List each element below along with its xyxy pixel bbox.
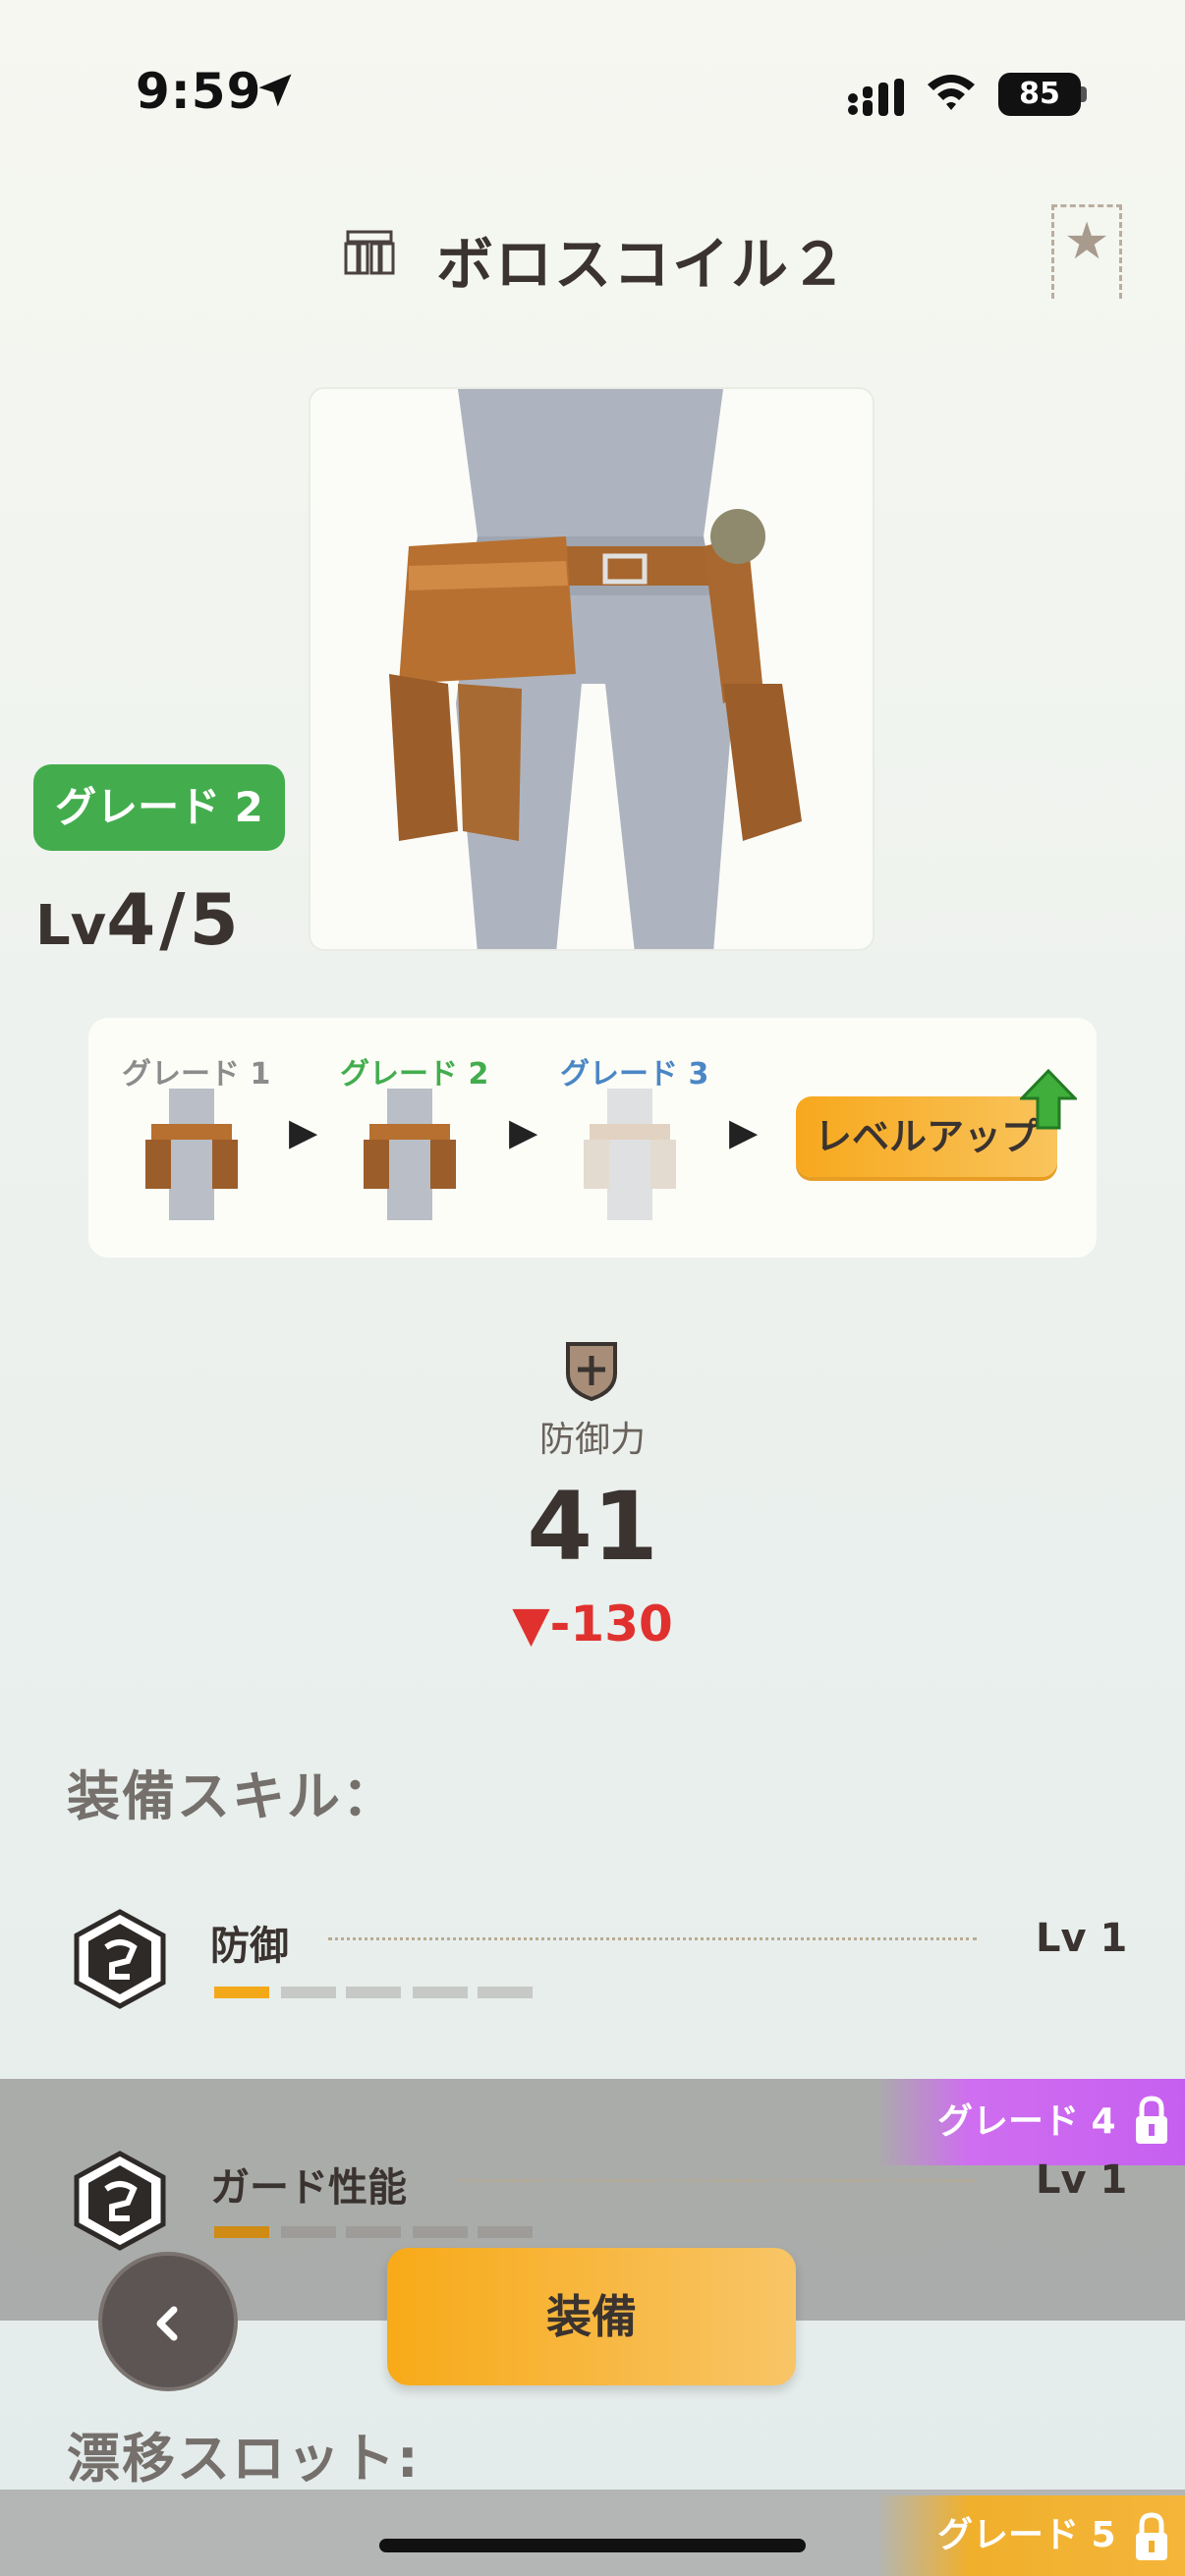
arrow-right-icon: ▶	[289, 1110, 318, 1153]
grade-3-label: グレード 3	[560, 1057, 709, 1092]
belt-armor-illustration	[389, 389, 802, 949]
grade-1-label: グレード 1	[122, 1057, 271, 1092]
arrow-right-icon: ▶	[729, 1110, 759, 1153]
skill-level-bar	[413, 1987, 468, 1998]
up-arrow-icon	[1020, 1069, 1077, 1130]
skill-name: ガード性能	[210, 2165, 407, 2211]
slots-section-title: 漂移スロット:	[67, 2428, 421, 2490]
battery-tip	[1081, 86, 1087, 102]
lock-icon	[1136, 2512, 1167, 2560]
shield-icon	[566, 1342, 617, 1401]
skill-level-bar	[478, 1987, 533, 1998]
dotted-leader	[458, 2179, 975, 2182]
arrow-right-icon: ▶	[509, 1110, 538, 1153]
page-title: ボロスコイル２	[436, 231, 850, 298]
belt-armor-icon	[344, 230, 395, 275]
status-time: 9:59	[136, 63, 262, 120]
cellular-signal-icon	[848, 79, 904, 116]
level-prefix: Lv	[35, 894, 107, 958]
equipment-skills-title: 装備スキル：	[67, 1765, 397, 1827]
defense-skill-icon	[74, 1909, 166, 2009]
equip-button[interactable]: 装備	[387, 2248, 796, 2385]
lock-icon	[1136, 2096, 1167, 2144]
chevron-left-icon	[156, 2306, 178, 2341]
defense-difference: ▼-130	[512, 1596, 673, 1652]
back-button[interactable]	[98, 2252, 238, 2391]
lock-tag-label: グレード 5	[937, 2515, 1116, 2555]
level-value: 4/5	[106, 878, 243, 961]
equipment-preview	[309, 387, 875, 951]
grade-2-thumbnail[interactable]	[356, 1089, 464, 1220]
skill-level-bar	[281, 2226, 336, 2238]
defense-value: 41	[527, 1472, 658, 1582]
location-arrow-icon	[258, 74, 292, 107]
grade-2-label: グレード 2	[340, 1057, 489, 1092]
wifi-icon	[928, 75, 975, 110]
grade-badge: グレード 2	[33, 764, 285, 851]
lock-tag-label: グレード 4	[937, 2101, 1116, 2142]
star-icon: ★	[1063, 212, 1110, 271]
skill-level-bar	[413, 2226, 468, 2238]
battery-indicator: 85	[998, 73, 1081, 116]
skill-level-bar	[214, 2226, 269, 2238]
dotted-leader	[328, 1937, 977, 1940]
skill-level-bar	[346, 2226, 401, 2238]
grade-1-thumbnail[interactable]	[138, 1089, 246, 1220]
skill-level: Lv 1	[1036, 2157, 1128, 2203]
skill-level: Lv 1	[1036, 1916, 1128, 1961]
level-up-button[interactable]: レベルアップ	[796, 1096, 1057, 1177]
grade-3-thumbnail[interactable]	[576, 1089, 684, 1220]
equipment-level: Lv4/5	[35, 878, 243, 961]
home-indicator[interactable]	[379, 2539, 806, 2552]
skill-name: 防御	[210, 1924, 289, 1969]
skill-level-bar	[281, 1987, 336, 1998]
defense-label: 防御力	[538, 1420, 646, 1460]
guard-skill-icon	[74, 2151, 166, 2251]
skill-level-bar	[346, 1987, 401, 1998]
skill-level-bar	[478, 2226, 533, 2238]
skill-level-bar	[214, 1987, 269, 1998]
